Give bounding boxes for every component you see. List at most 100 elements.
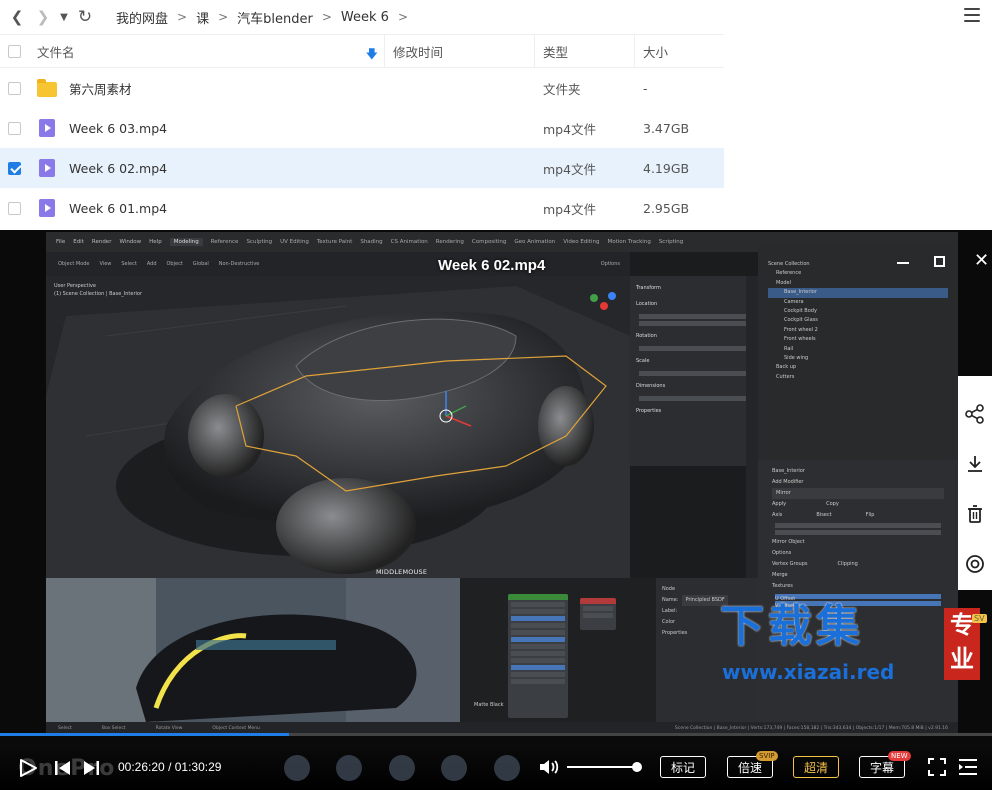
download-icon[interactable] — [965, 454, 985, 474]
timeline-thumbnail[interactable] — [284, 755, 310, 781]
file-list: 第六周素材 文件夹 - Week 6 03.mp4 mp4文件 3.47GB W… — [0, 68, 724, 228]
chevron-right-icon: > — [397, 10, 409, 24]
timeline-thumbnail[interactable] — [389, 755, 415, 781]
blender-menu-item: Edit — [73, 239, 84, 245]
share-icon[interactable] — [965, 404, 985, 424]
properties-label: Options — [772, 550, 792, 556]
mark-button[interactable]: 标记 — [660, 756, 706, 778]
column-header-name[interactable]: 文件名 — [37, 42, 75, 61]
refresh-button[interactable]: ↻ — [72, 0, 98, 34]
blender-workspace-tab: Shading — [360, 239, 383, 245]
progress-fill — [0, 733, 289, 736]
principled-bsdf-node — [508, 594, 568, 718]
blender-toolbar-item: Select — [121, 261, 137, 267]
column-header-type[interactable]: 类型 — [543, 42, 568, 61]
file-name[interactable]: Week 6 03.mp4 — [69, 121, 167, 136]
close-icon[interactable]: ✕ — [974, 252, 989, 270]
properties-apply: Apply — [772, 501, 787, 507]
file-row-folder[interactable]: 第六周素材 文件夹 - — [0, 68, 724, 108]
file-size: 3.47GB — [643, 120, 690, 136]
outliner-item: Side wing — [784, 355, 809, 362]
npanel-label: Properties — [636, 408, 662, 414]
column-header-size[interactable]: 大小 — [643, 42, 668, 61]
file-row-video[interactable]: Week 6 01.mp4 mp4文件 2.95GB — [0, 188, 724, 228]
breadcrumb-item-course[interactable]: 课 — [196, 8, 209, 27]
outliner-item: Back up — [776, 364, 797, 371]
properties-modifier: Mirror — [772, 488, 944, 499]
fullscreen-button[interactable] — [928, 758, 946, 780]
timeline-thumbnail[interactable] — [494, 755, 520, 781]
node-panel-label: Name: — [662, 597, 679, 603]
video-file-icon — [39, 119, 55, 137]
outliner-item: Cockpit Glass — [784, 317, 818, 324]
row-checkbox-checked[interactable] — [8, 161, 21, 175]
blender-menu-item: Render — [91, 239, 112, 245]
outliner-item: Rail — [784, 345, 794, 352]
blender-workspace-tab: UV Editing — [280, 239, 309, 245]
folder-icon — [37, 79, 57, 97]
target-icon[interactable] — [965, 554, 985, 574]
chevron-right-icon: > — [218, 10, 229, 24]
forward-button[interactable]: ❯ — [30, 0, 56, 34]
select-all-checkbox[interactable] — [8, 44, 21, 58]
playlist-button[interactable] — [958, 758, 978, 780]
trash-icon[interactable] — [965, 504, 985, 524]
file-name[interactable]: Week 6 02.mp4 — [69, 161, 167, 176]
outliner-item-selected: Base_Interior — [768, 288, 948, 298]
play-button[interactable] — [18, 758, 38, 782]
timeline-thumbnail[interactable] — [336, 755, 362, 781]
volume-icon — [540, 760, 559, 774]
file-name[interactable]: 第六周素材 — [69, 79, 132, 98]
file-name[interactable]: Week 6 01.mp4 — [69, 201, 167, 216]
previous-button[interactable] — [54, 758, 72, 782]
menu-icon[interactable] — [964, 8, 980, 22]
outliner-item: Front wheels — [784, 336, 816, 343]
minimize-icon[interactable] — [897, 262, 909, 264]
blender-workspace-tab: Texture Paint — [316, 239, 353, 245]
video-player[interactable]: File Edit Render Window Help Modeling Re… — [0, 230, 992, 790]
file-list-header: 文件名 🡇 修改时间 类型 大小 — [0, 34, 724, 68]
maximize-icon[interactable] — [934, 256, 945, 267]
timeline-thumbnail[interactable] — [441, 755, 467, 781]
properties-label: Axis — [772, 512, 783, 518]
file-type: mp4文件 — [543, 201, 597, 217]
breadcrumb-item-root[interactable]: 我的网盘 — [116, 8, 168, 27]
history-dropdown-button[interactable]: ▼ — [56, 0, 72, 34]
file-row-video[interactable]: Week 6 03.mp4 mp4文件 3.47GB — [0, 108, 724, 148]
back-button[interactable]: ❮ — [4, 0, 30, 34]
blender-toolbar-item: View — [99, 261, 112, 267]
blender-n-panel-tabs — [746, 276, 758, 578]
row-checkbox[interactable] — [8, 201, 21, 215]
file-size: - — [643, 80, 648, 96]
blender-menu-item: Help — [149, 239, 162, 245]
file-row-video-selected[interactable]: Week 6 02.mp4 mp4文件 4.19GB — [0, 148, 724, 188]
blender-outliner: Scene Collection Reference Model Base_In… — [758, 242, 958, 462]
refresh-icon: ↻ — [77, 7, 93, 27]
blender-workspace-tab: Sculpting — [246, 239, 273, 245]
watermark-url: www.xiazai.red — [722, 660, 895, 684]
time-display: 00:26:20 / 01:30:29 — [118, 760, 221, 774]
blender-workspace-tab: Geo Animation — [514, 239, 556, 245]
row-checkbox[interactable] — [8, 81, 21, 95]
video-file-icon — [39, 199, 55, 217]
breadcrumb: 我的网盘 > 课 > 汽车blender > Week 6 > — [116, 8, 417, 27]
npanel-label: Location — [636, 301, 658, 307]
volume-slider-track[interactable] — [567, 766, 641, 768]
volume-button[interactable] — [538, 757, 560, 781]
top-nav-bar: ❮ ❯ ▼ ↻ 我的网盘 > 课 > 汽车blender > Week 6 > — [0, 0, 992, 34]
properties-label: Vertex Groups — [772, 561, 808, 567]
sort-arrow-down-icon[interactable]: 🡇 — [366, 45, 378, 66]
time-separator: / — [168, 760, 175, 774]
blender-workspace-tab: Compositing — [471, 239, 507, 245]
skip-forward-icon — [84, 761, 99, 775]
watermark-logo: 下载集 www.xiazai.red 专业 SV — [720, 590, 992, 690]
blender-n-panel: Transform Location Rotation Scale Dimens… — [630, 276, 758, 466]
column-header-mtime[interactable]: 修改时间 — [393, 42, 443, 61]
row-checkbox[interactable] — [8, 121, 21, 135]
breadcrumb-item-car-blender[interactable]: 汽车blender — [237, 8, 313, 27]
svip-badge: SVIP — [756, 751, 778, 761]
next-button[interactable] — [82, 758, 100, 782]
breadcrumb-item-week6[interactable]: Week 6 — [341, 10, 389, 25]
quality-button[interactable]: 超清 — [793, 756, 839, 778]
properties-label: Flip — [865, 512, 875, 518]
